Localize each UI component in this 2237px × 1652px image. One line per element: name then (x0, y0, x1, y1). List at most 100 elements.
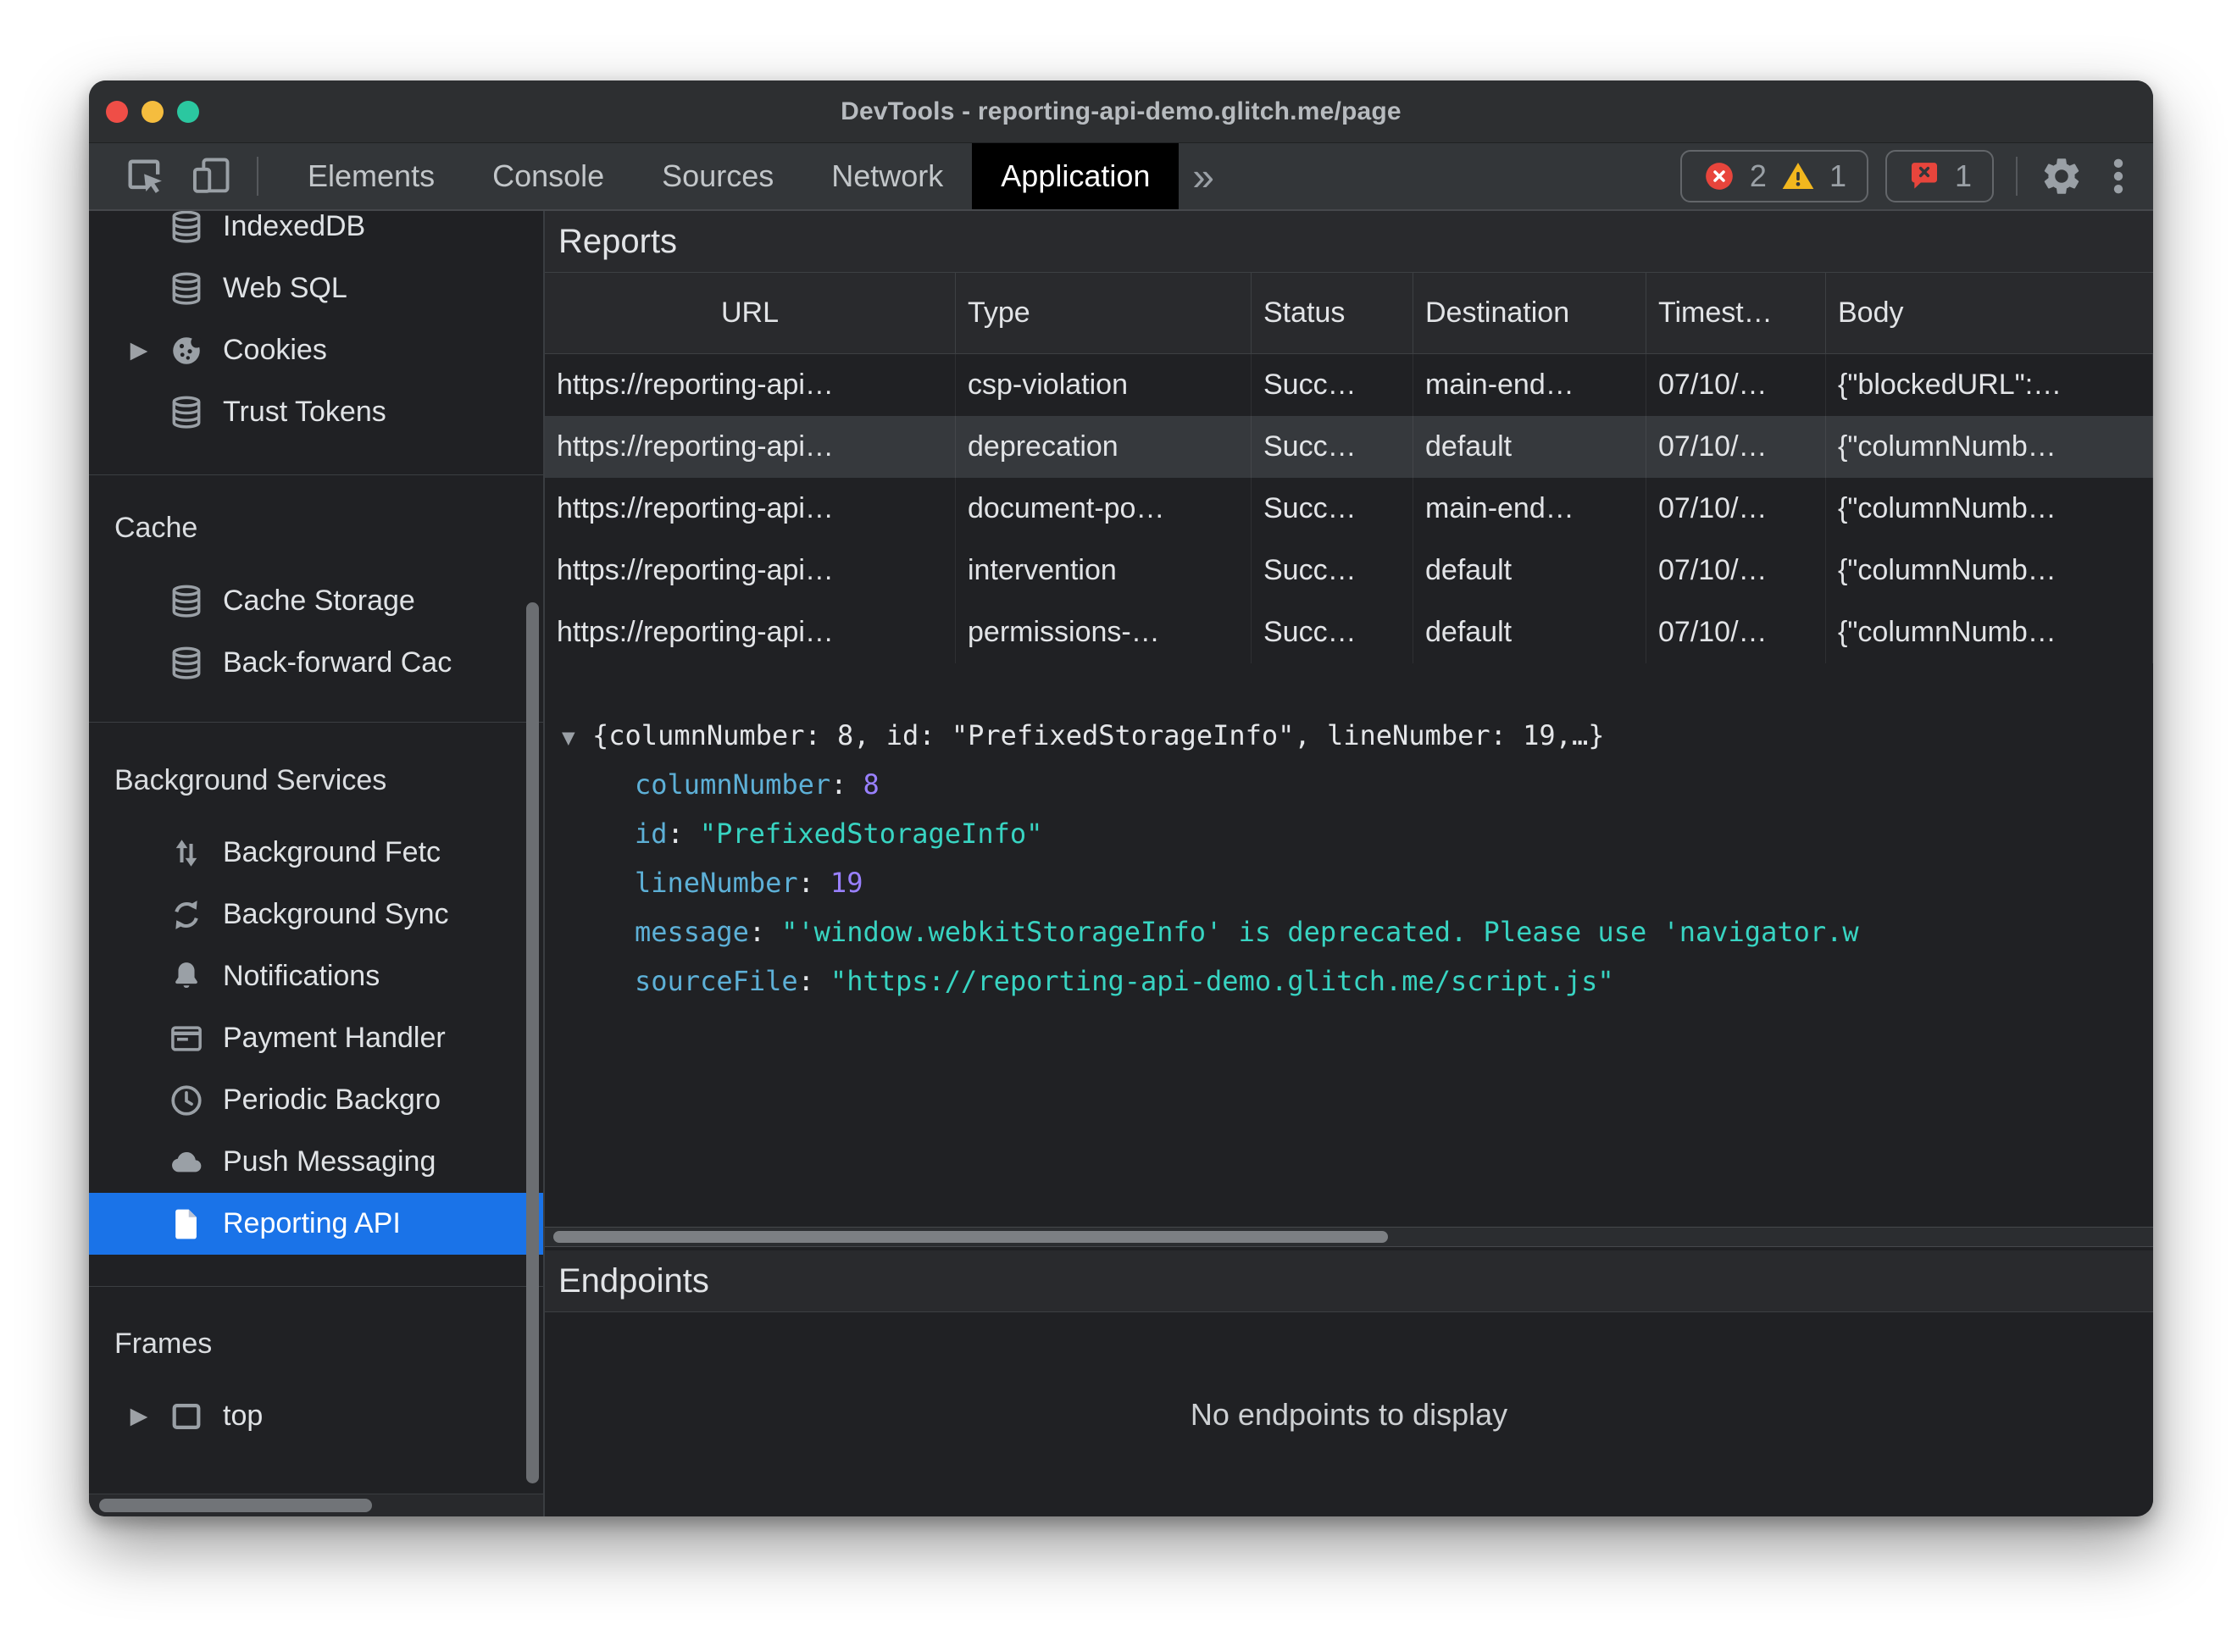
expand-triangle-icon[interactable]: ▶ (125, 337, 153, 363)
cell-status: Succ… (1252, 540, 1413, 601)
bell-icon (167, 957, 206, 996)
more-tabs-icon[interactable]: » (1179, 143, 1228, 209)
main-horizontal-scrollbar-track (545, 1227, 2153, 1247)
reports-title: Reports (558, 222, 678, 260)
sidebar-section-frames: Frames (114, 1328, 213, 1360)
json-key: message (635, 916, 749, 948)
json-value: 19 (830, 867, 863, 899)
json-property: columnNumber: 8 (635, 768, 880, 801)
devtools-toolbar: Elements Console Sources Network Applica… (89, 143, 2153, 211)
sidebar-item-indexeddb[interactable]: IndexedDB (89, 211, 543, 258)
table-row[interactable]: https://reporting-api… intervention Succ… (545, 540, 2153, 601)
tab-sources[interactable]: Sources (633, 143, 802, 209)
tab-application[interactable]: Application (972, 143, 1180, 209)
json-property: lineNumber: 19 (635, 867, 863, 899)
sidebar-item-background-sync[interactable]: Background Sync (89, 884, 543, 945)
kebab-menu-icon[interactable] (2109, 154, 2128, 198)
warning-icon (1780, 159, 1816, 193)
sidebar-item-push-messaging[interactable]: Push Messaging (89, 1131, 543, 1193)
column-header-status[interactable]: Status (1252, 273, 1413, 353)
sidebar-horizontal-scrollbar[interactable] (99, 1499, 372, 1512)
section-divider (89, 722, 543, 723)
toolbar-separator (257, 157, 258, 196)
sidebar-item-label: Reporting API (223, 1207, 401, 1239)
sidebar-item-label: Push Messaging (223, 1145, 436, 1178)
json-property: sourceFile: "https://reporting-api-demo.g… (635, 965, 1614, 997)
window-title: DevTools - reporting-api-demo.glitch.me/… (841, 97, 1402, 125)
json-property: message: "'window.webkitStorageInfo' is d… (635, 916, 1859, 948)
endpoints-section-header: Endpoints (545, 1250, 2153, 1312)
devtools-window: DevTools - reporting-api-demo.glitch.me/… (89, 80, 2153, 1516)
sidebar-item-label: Periodic Backgro (223, 1084, 441, 1116)
tab-console[interactable]: Console (463, 143, 633, 209)
tab-elements[interactable]: Elements (279, 143, 463, 209)
json-key: sourceFile (635, 965, 798, 997)
sidebar-item-periodic-background-sync[interactable]: Periodic Backgro (89, 1069, 543, 1131)
toolbar-separator (2016, 157, 2018, 196)
endpoints-empty-message: No endpoints to display (1190, 1396, 1508, 1432)
sidebar-section-cache: Cache (114, 512, 198, 544)
cell-status: Succ… (1252, 601, 1413, 663)
json-preview-line[interactable]: ▼ {columnNumber: 8, id: "PrefixedStorageI… (545, 711, 2153, 760)
cell-url: https://reporting-api… (545, 478, 956, 540)
cell-status: Succ… (1252, 478, 1413, 540)
main-horizontal-scrollbar[interactable] (553, 1231, 1388, 1243)
console-status-badge[interactable]: 2 1 (1679, 150, 1868, 202)
sidebar-item-notifications[interactable]: Notifications (89, 945, 543, 1007)
cell-type: deprecation (956, 416, 1252, 478)
sidebar-item-trust-tokens[interactable]: Trust Tokens (89, 381, 543, 443)
error-icon (1702, 159, 1736, 193)
warning-count: 1 (1829, 158, 1846, 193)
cell-url: https://reporting-api… (545, 354, 956, 416)
sidebar-item-label: Cookies (223, 334, 327, 366)
table-row-selected[interactable]: https://reporting-api… deprecation Succ…… (545, 416, 2153, 478)
inspect-element-icon[interactable] (119, 143, 170, 209)
database-icon (167, 211, 206, 247)
json-key: id (635, 818, 668, 850)
issues-badge[interactable]: 1 (1885, 150, 1994, 202)
sidebar-vertical-scrollbar[interactable] (526, 602, 539, 1483)
error-count: 2 (1749, 158, 1767, 193)
settings-gear-icon[interactable] (2040, 154, 2084, 198)
column-header-timestamp[interactable]: Timest… (1646, 273, 1826, 353)
sidebar-item-cookies[interactable]: ▶ Cookies (89, 319, 543, 381)
cell-timestamp: 07/10/… (1646, 416, 1826, 478)
device-toolbar-icon[interactable] (186, 143, 236, 209)
sidebar-item-label: Background Fetc (223, 836, 441, 868)
sidebar-item-back-forward-cache[interactable]: Back-forward Cac (89, 632, 543, 694)
sidebar-item-label: Back-forward Cac (223, 646, 452, 679)
expand-triangle-icon[interactable]: ▶ (125, 1403, 153, 1429)
cell-status: Succ… (1252, 416, 1413, 478)
cell-url: https://reporting-api… (545, 601, 956, 663)
sidebar-item-payment-handler[interactable]: Payment Handler (89, 1007, 543, 1069)
column-header-body[interactable]: Body (1826, 273, 2153, 353)
sidebar-item-reporting-api[interactable]: Reporting API (89, 1193, 543, 1255)
fetch-arrows-icon (167, 834, 206, 873)
table-row[interactable]: https://reporting-api… csp-violation Suc… (545, 354, 2153, 416)
cell-type: permissions-… (956, 601, 1252, 663)
collapse-triangle-icon[interactable]: ▼ (562, 713, 592, 760)
reports-section-header: Reports (545, 211, 2153, 273)
cell-type: intervention (956, 540, 1252, 601)
sidebar-item-background-fetch[interactable]: Background Fetc (89, 822, 543, 884)
column-header-destination[interactable]: Destination (1413, 273, 1646, 353)
document-icon (167, 1205, 206, 1244)
sidebar-item-cache-storage[interactable]: Cache Storage (89, 570, 543, 632)
section-divider (89, 474, 543, 475)
sync-icon (167, 895, 206, 934)
sidebar-item-label: IndexedDB (223, 211, 366, 242)
table-row[interactable]: https://reporting-api… permissions-… Suc… (545, 601, 2153, 663)
cell-timestamp: 07/10/… (1646, 540, 1826, 601)
table-row[interactable]: https://reporting-api… document-po… Succ… (545, 478, 2153, 540)
frame-icon (167, 1397, 206, 1436)
json-key: lineNumber (635, 867, 798, 899)
column-header-type[interactable]: Type (956, 273, 1252, 353)
sidebar-item-web-sql[interactable]: Web SQL (89, 258, 543, 319)
cell-destination: main-end… (1413, 354, 1646, 416)
application-sidebar: IndexedDB Web SQL ▶ Cookies Trust Tokens… (89, 211, 545, 1516)
sidebar-item-top-frame[interactable]: ▶ top (89, 1385, 543, 1447)
column-header-url[interactable]: URL (545, 273, 956, 353)
cell-timestamp: 07/10/… (1646, 601, 1826, 663)
json-value: "PrefixedStorageInfo" (699, 818, 1043, 850)
tab-network[interactable]: Network (802, 143, 972, 209)
